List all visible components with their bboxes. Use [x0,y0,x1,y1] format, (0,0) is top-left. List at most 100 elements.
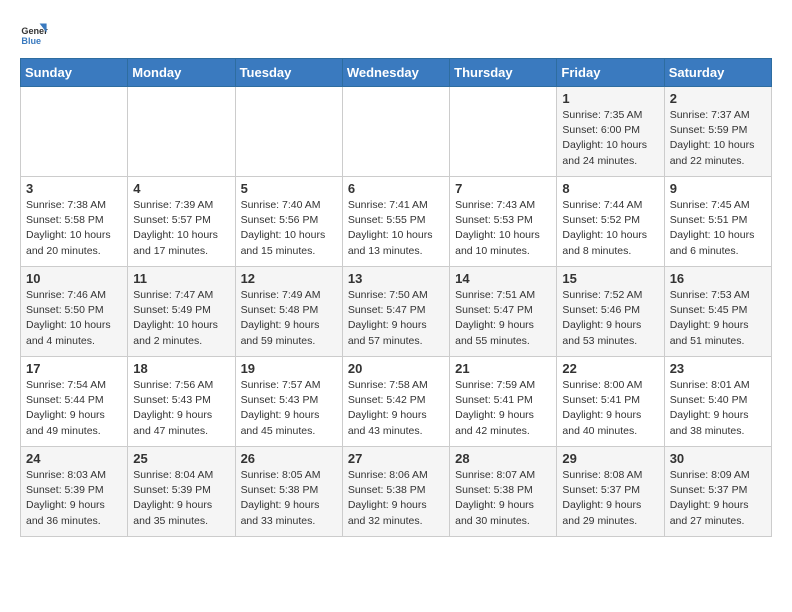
col-header-wednesday: Wednesday [342,59,449,87]
day-info: Sunrise: 7:53 AMSunset: 5:45 PMDaylight:… [670,288,766,349]
day-number: 30 [670,451,766,466]
day-info: Sunrise: 7:35 AMSunset: 6:00 PMDaylight:… [562,108,658,169]
day-number: 28 [455,451,551,466]
day-number: 23 [670,361,766,376]
day-info: Sunrise: 8:04 AMSunset: 5:39 PMDaylight:… [133,468,229,529]
day-info: Sunrise: 7:44 AMSunset: 5:52 PMDaylight:… [562,198,658,259]
day-info: Sunrise: 8:07 AMSunset: 5:38 PMDaylight:… [455,468,551,529]
day-info: Sunrise: 8:05 AMSunset: 5:38 PMDaylight:… [241,468,337,529]
day-number: 14 [455,271,551,286]
day-info: Sunrise: 7:56 AMSunset: 5:43 PMDaylight:… [133,378,229,439]
day-cell: 14 Sunrise: 7:51 AMSunset: 5:47 PMDayligh… [450,267,557,357]
day-cell: 15 Sunrise: 7:52 AMSunset: 5:46 PMDayligh… [557,267,664,357]
day-info: Sunrise: 8:00 AMSunset: 5:41 PMDaylight:… [562,378,658,439]
week-row-4: 17Sunrise: 7:54 AMSunset: 5:44 PMDayligh… [21,357,772,447]
day-cell: 24 Sunrise: 8:03 AMSunset: 5:39 PMDayligh… [21,447,128,537]
header-row: SundayMondayTuesdayWednesdayThursdayFrid… [21,59,772,87]
day-number: 25 [133,451,229,466]
day-cell: 16 Sunrise: 7:53 AMSunset: 5:45 PMDayligh… [664,267,771,357]
day-cell: 7 Sunrise: 7:43 AMSunset: 5:53 PMDaylight… [450,177,557,267]
day-cell: 26 Sunrise: 8:05 AMSunset: 5:38 PMDayligh… [235,447,342,537]
day-info: Sunrise: 7:52 AMSunset: 5:46 PMDaylight:… [562,288,658,349]
day-cell [128,87,235,177]
day-number: 9 [670,181,766,196]
day-number: 21 [455,361,551,376]
day-cell: 1 Sunrise: 7:35 AMSunset: 6:00 PMDaylight… [557,87,664,177]
day-info: Sunrise: 7:39 AMSunset: 5:57 PMDaylight:… [133,198,229,259]
day-info: Sunrise: 7:37 AMSunset: 5:59 PMDaylight:… [670,108,766,169]
day-info: Sunrise: 7:47 AMSunset: 5:49 PMDaylight:… [133,288,229,349]
day-cell: 23 Sunrise: 8:01 AMSunset: 5:40 PMDayligh… [664,357,771,447]
day-cell: 10 Sunrise: 7:46 AMSunset: 5:50 PMDayligh… [21,267,128,357]
day-number: 11 [133,271,229,286]
day-number: 7 [455,181,551,196]
day-cell: 20 Sunrise: 7:58 AMSunset: 5:42 PMDayligh… [342,357,449,447]
day-number: 4 [133,181,229,196]
day-number: 15 [562,271,658,286]
day-number: 10 [26,271,122,286]
day-cell [342,87,449,177]
day-cell: 22 Sunrise: 8:00 AMSunset: 5:41 PMDayligh… [557,357,664,447]
day-cell: 27 Sunrise: 8:06 AMSunset: 5:38 PMDayligh… [342,447,449,537]
day-number: 2 [670,91,766,106]
day-number: 24 [26,451,122,466]
day-info: Sunrise: 7:51 AMSunset: 5:47 PMDaylight:… [455,288,551,349]
day-info: Sunrise: 8:06 AMSunset: 5:38 PMDaylight:… [348,468,444,529]
day-number: 29 [562,451,658,466]
col-header-tuesday: Tuesday [235,59,342,87]
col-header-monday: Monday [128,59,235,87]
day-cell: 8Sunrise: 7:44 AMSunset: 5:52 PMDaylight… [557,177,664,267]
logo-icon: General Blue [20,20,48,48]
day-cell: 30 Sunrise: 8:09 AMSunset: 5:37 PMDayligh… [664,447,771,537]
day-cell: 2 Sunrise: 7:37 AMSunset: 5:59 PMDaylight… [664,87,771,177]
day-info: Sunrise: 7:40 AMSunset: 5:56 PMDaylight:… [241,198,337,259]
day-cell: 3 Sunrise: 7:38 AMSunset: 5:58 PMDaylight… [21,177,128,267]
day-info: Sunrise: 7:49 AMSunset: 5:48 PMDaylight:… [241,288,337,349]
day-cell: 21 Sunrise: 7:59 AMSunset: 5:41 PMDayligh… [450,357,557,447]
day-number: 16 [670,271,766,286]
day-number: 3 [26,181,122,196]
week-row-3: 10 Sunrise: 7:46 AMSunset: 5:50 PMDayligh… [21,267,772,357]
day-number: 13 [348,271,444,286]
day-info: Sunrise: 7:57 AMSunset: 5:43 PMDaylight:… [241,378,337,439]
day-cell: 4 Sunrise: 7:39 AMSunset: 5:57 PMDaylight… [128,177,235,267]
day-number: 26 [241,451,337,466]
day-cell: 29 Sunrise: 8:08 AMSunset: 5:37 PMDayligh… [557,447,664,537]
week-row-5: 24 Sunrise: 8:03 AMSunset: 5:39 PMDayligh… [21,447,772,537]
day-info: Sunrise: 7:54 AMSunset: 5:44 PMDaylight:… [26,378,122,439]
day-info: Sunrise: 8:03 AMSunset: 5:39 PMDaylight:… [26,468,122,529]
day-cell: 13Sunrise: 7:50 AMSunset: 5:47 PMDayligh… [342,267,449,357]
day-cell: 11 Sunrise: 7:47 AMSunset: 5:49 PMDayligh… [128,267,235,357]
logo: General Blue [20,20,52,48]
day-number: 1 [562,91,658,106]
page-header: General Blue [20,20,772,48]
day-number: 5 [241,181,337,196]
week-row-2: 3 Sunrise: 7:38 AMSunset: 5:58 PMDaylight… [21,177,772,267]
day-cell [450,87,557,177]
day-cell [235,87,342,177]
day-number: 6 [348,181,444,196]
day-number: 27 [348,451,444,466]
col-header-sunday: Sunday [21,59,128,87]
day-info: Sunrise: 7:43 AMSunset: 5:53 PMDaylight:… [455,198,551,259]
day-number: 19 [241,361,337,376]
col-header-friday: Friday [557,59,664,87]
day-info: Sunrise: 7:46 AMSunset: 5:50 PMDaylight:… [26,288,122,349]
day-info: Sunrise: 7:58 AMSunset: 5:42 PMDaylight:… [348,378,444,439]
day-cell: 12Sunrise: 7:49 AMSunset: 5:48 PMDayligh… [235,267,342,357]
day-number: 22 [562,361,658,376]
calendar-table: SundayMondayTuesdayWednesdayThursdayFrid… [20,58,772,537]
day-cell: 19 Sunrise: 7:57 AMSunset: 5:43 PMDayligh… [235,357,342,447]
day-number: 18 [133,361,229,376]
day-cell: 17Sunrise: 7:54 AMSunset: 5:44 PMDayligh… [21,357,128,447]
week-row-1: 1 Sunrise: 7:35 AMSunset: 6:00 PMDaylight… [21,87,772,177]
day-info: Sunrise: 7:45 AMSunset: 5:51 PMDaylight:… [670,198,766,259]
day-info: Sunrise: 8:09 AMSunset: 5:37 PMDaylight:… [670,468,766,529]
day-number: 20 [348,361,444,376]
day-info: Sunrise: 8:01 AMSunset: 5:40 PMDaylight:… [670,378,766,439]
day-info: Sunrise: 7:38 AMSunset: 5:58 PMDaylight:… [26,198,122,259]
day-cell: 9 Sunrise: 7:45 AMSunset: 5:51 PMDaylight… [664,177,771,267]
col-header-thursday: Thursday [450,59,557,87]
day-info: Sunrise: 8:08 AMSunset: 5:37 PMDaylight:… [562,468,658,529]
day-info: Sunrise: 7:59 AMSunset: 5:41 PMDaylight:… [455,378,551,439]
